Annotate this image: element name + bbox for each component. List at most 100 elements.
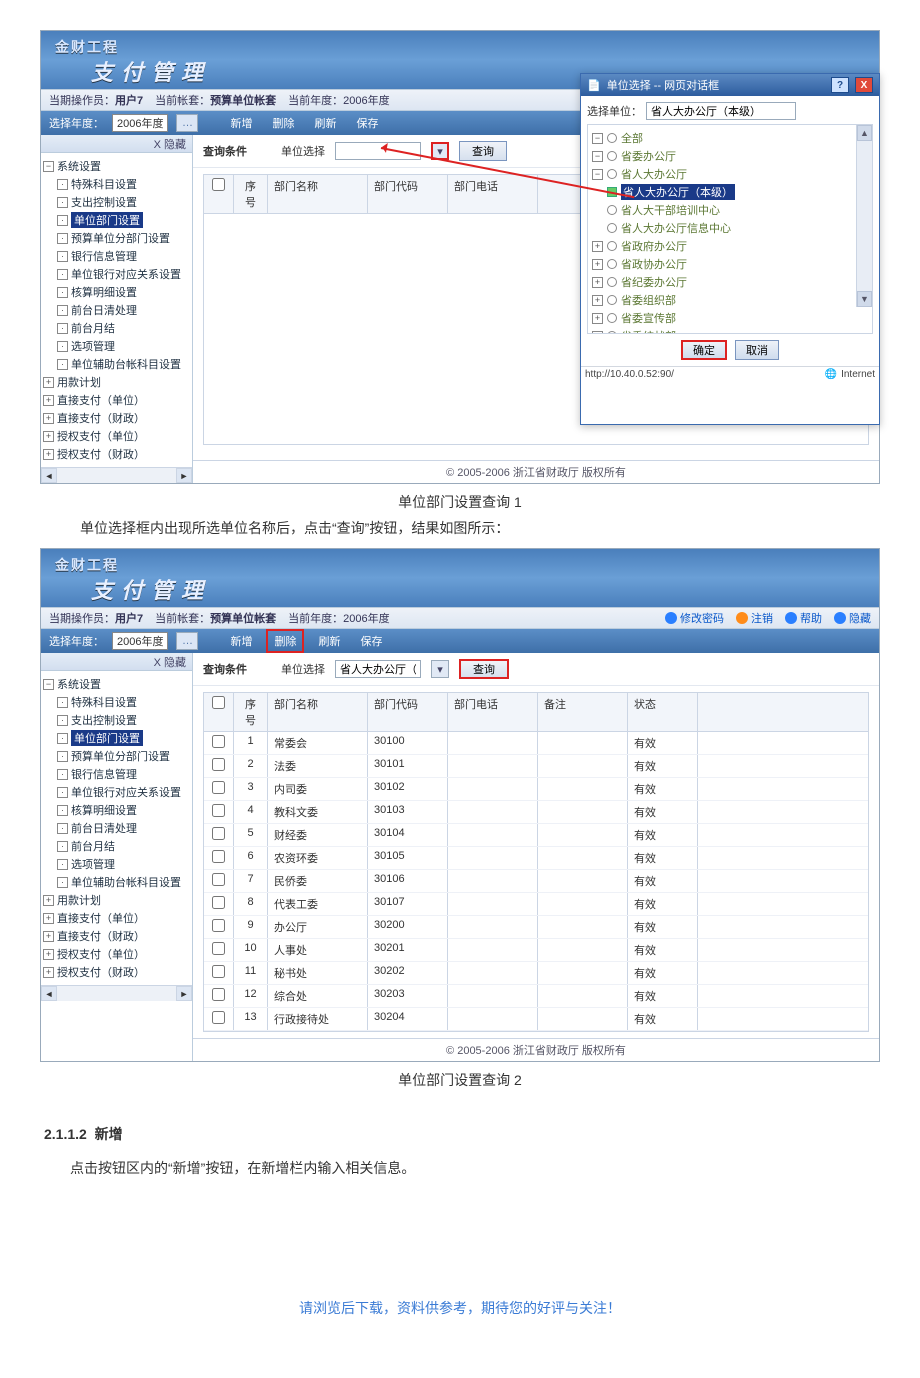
tree-root[interactable]: 系统设置 [57,158,101,174]
tree-item[interactable]: 授权支付（单位） [57,946,145,962]
table-row[interactable]: 13行政接待处30204有效 [204,1008,868,1031]
dialog-tree-node[interactable]: 省政协办公厅 [621,256,687,272]
tree-item[interactable]: 核算明细设置 [71,284,137,300]
dialog-unit-input[interactable] [646,102,796,120]
tree-item[interactable]: 支出控制设置 [71,194,137,210]
query-button[interactable]: 查询 [459,141,507,161]
select-all-checkbox[interactable] [212,178,225,191]
table-row[interactable]: 1常委会30100有效 [204,732,868,755]
change-password-link[interactable]: 修改密码 [665,610,724,626]
add-button[interactable]: 新增 [224,631,258,651]
dialog-tree-node[interactable]: 省委组织部 [621,292,676,308]
refresh-button[interactable]: 刷新 [312,631,346,651]
tree-item[interactable]: 前台月结 [71,838,115,854]
tree-item[interactable]: 单位辅助台帐科目设置 [71,356,181,372]
year-select[interactable]: 2006年度 [112,114,168,132]
expand-icon[interactable]: + [43,913,54,924]
tree-item[interactable]: 核算明细设置 [71,802,137,818]
query-button[interactable]: 查询 [459,659,509,679]
tree-item[interactable]: 特殊科目设置 [71,176,137,192]
dialog-tree-node[interactable]: 省纪委办公厅 [621,274,687,290]
save-button[interactable]: 保存 [354,631,388,651]
row-checkbox[interactable] [212,850,225,863]
hide-tree-tab[interactable]: X 隐藏 [41,653,192,671]
hide-tree-tab[interactable]: X 隐藏 [41,135,192,153]
expand-icon[interactable]: + [43,967,54,978]
year-picker-button[interactable]: … [176,114,198,132]
tree-item[interactable]: 直接支付（财政） [57,410,145,426]
row-checkbox[interactable] [212,781,225,794]
expand-icon[interactable]: + [43,377,54,388]
unit-input[interactable] [335,660,421,678]
dialog-help-button[interactable]: ? [831,77,849,93]
row-checkbox[interactable] [212,804,225,817]
table-row[interactable]: 4教科文委30103有效 [204,801,868,824]
dialog-tree-node[interactable]: 省人大干部培训中心 [621,202,720,218]
year-select[interactable]: 2006年度 [112,632,168,650]
tree-item[interactable]: 银行信息管理 [71,248,137,264]
table-row[interactable]: 10人事处30201有效 [204,939,868,962]
tree-item[interactable]: 前台日清处理 [71,302,137,318]
row-checkbox[interactable] [212,1011,225,1024]
dialog-tree-node[interactable]: 省人大办公厅 [621,166,687,182]
row-checkbox[interactable] [212,827,225,840]
save-button[interactable]: 保存 [350,113,384,133]
dialog-tree-node[interactable]: 省人大办公厅（本级） [621,184,735,200]
unit-picker-button[interactable]: ▾ [431,660,449,678]
dialog-tree-node[interactable]: 省委办公厅 [621,148,676,164]
expand-icon[interactable]: + [43,395,54,406]
expand-icon[interactable]: + [43,931,54,942]
tree-item[interactable]: 用款计划 [57,892,101,908]
dialog-close-button[interactable]: X [855,77,873,93]
expand-icon[interactable]: + [43,413,54,424]
table-row[interactable]: 6农资环委30105有效 [204,847,868,870]
tree-item[interactable]: 单位辅助台帐科目设置 [71,874,181,890]
tree-item[interactable]: 授权支付（单位） [57,428,145,444]
table-row[interactable]: 7民侨委30106有效 [204,870,868,893]
dialog-tree-node[interactable]: 省委统战部 [621,328,676,334]
tree-item[interactable]: 特殊科目设置 [71,694,137,710]
delete-button[interactable]: 删除 [266,113,300,133]
tree-item[interactable]: 选项管理 [71,856,115,872]
table-row[interactable]: 11秘书处30202有效 [204,962,868,985]
dialog-tree[interactable]: −全部 −省委办公厅−省人大办公厅省人大办公厅（本级）省人大干部培训中心省人大办… [587,124,873,334]
dialog-tree-node[interactable]: 省政府办公厅 [621,238,687,254]
tree-item[interactable]: 授权支付（财政） [57,964,145,980]
tree-hscroll[interactable]: ◄► [41,467,192,483]
expand-icon[interactable]: + [43,949,54,960]
expand-icon[interactable]: + [43,895,54,906]
dialog-scrollbar[interactable]: ▲▼ [856,125,872,307]
tree-hscroll[interactable]: ◄► [41,985,192,1001]
expand-icon[interactable]: + [43,431,54,442]
add-button[interactable]: 新增 [224,113,258,133]
row-checkbox[interactable] [212,735,225,748]
table-row[interactable]: 2法委30101有效 [204,755,868,778]
row-checkbox[interactable] [212,896,225,909]
tree-item[interactable]: 预算单位分部门设置 [71,748,170,764]
tree-item[interactable]: 前台日清处理 [71,820,137,836]
tree-item[interactable]: 预算单位分部门设置 [71,230,170,246]
tree-item[interactable]: 直接支付（财政） [57,928,145,944]
table-row[interactable]: 3内司委30102有效 [204,778,868,801]
help-link[interactable]: 帮助 [785,610,822,626]
row-checkbox[interactable] [212,758,225,771]
year-picker-button[interactable]: … [176,632,198,650]
tree-item[interactable]: 用款计划 [57,374,101,390]
refresh-button[interactable]: 刷新 [308,113,342,133]
logout-link[interactable]: 注销 [736,610,773,626]
tree-item[interactable]: 直接支付（单位） [57,392,145,408]
table-row[interactable]: 8代表工委30107有效 [204,893,868,916]
dialog-cancel-button[interactable]: 取消 [735,340,779,360]
row-checkbox[interactable] [212,873,225,886]
tree-item[interactable]: 支出控制设置 [71,712,137,728]
row-checkbox[interactable] [212,919,225,932]
tree-item[interactable]: 单位部门设置 [71,730,143,746]
dialog-tree-node[interactable]: 省人大办公厅信息中心 [621,220,731,236]
hide-link[interactable]: 隐藏 [834,610,871,626]
select-all-checkbox[interactable] [212,696,225,709]
expand-icon[interactable]: + [43,449,54,460]
dialog-ok-button[interactable]: 确定 [681,340,727,360]
tree-item[interactable]: 单位银行对应关系设置 [71,266,181,282]
dialog-tree-node[interactable]: 省委宣传部 [621,310,676,326]
expand-icon[interactable]: − [43,161,54,172]
